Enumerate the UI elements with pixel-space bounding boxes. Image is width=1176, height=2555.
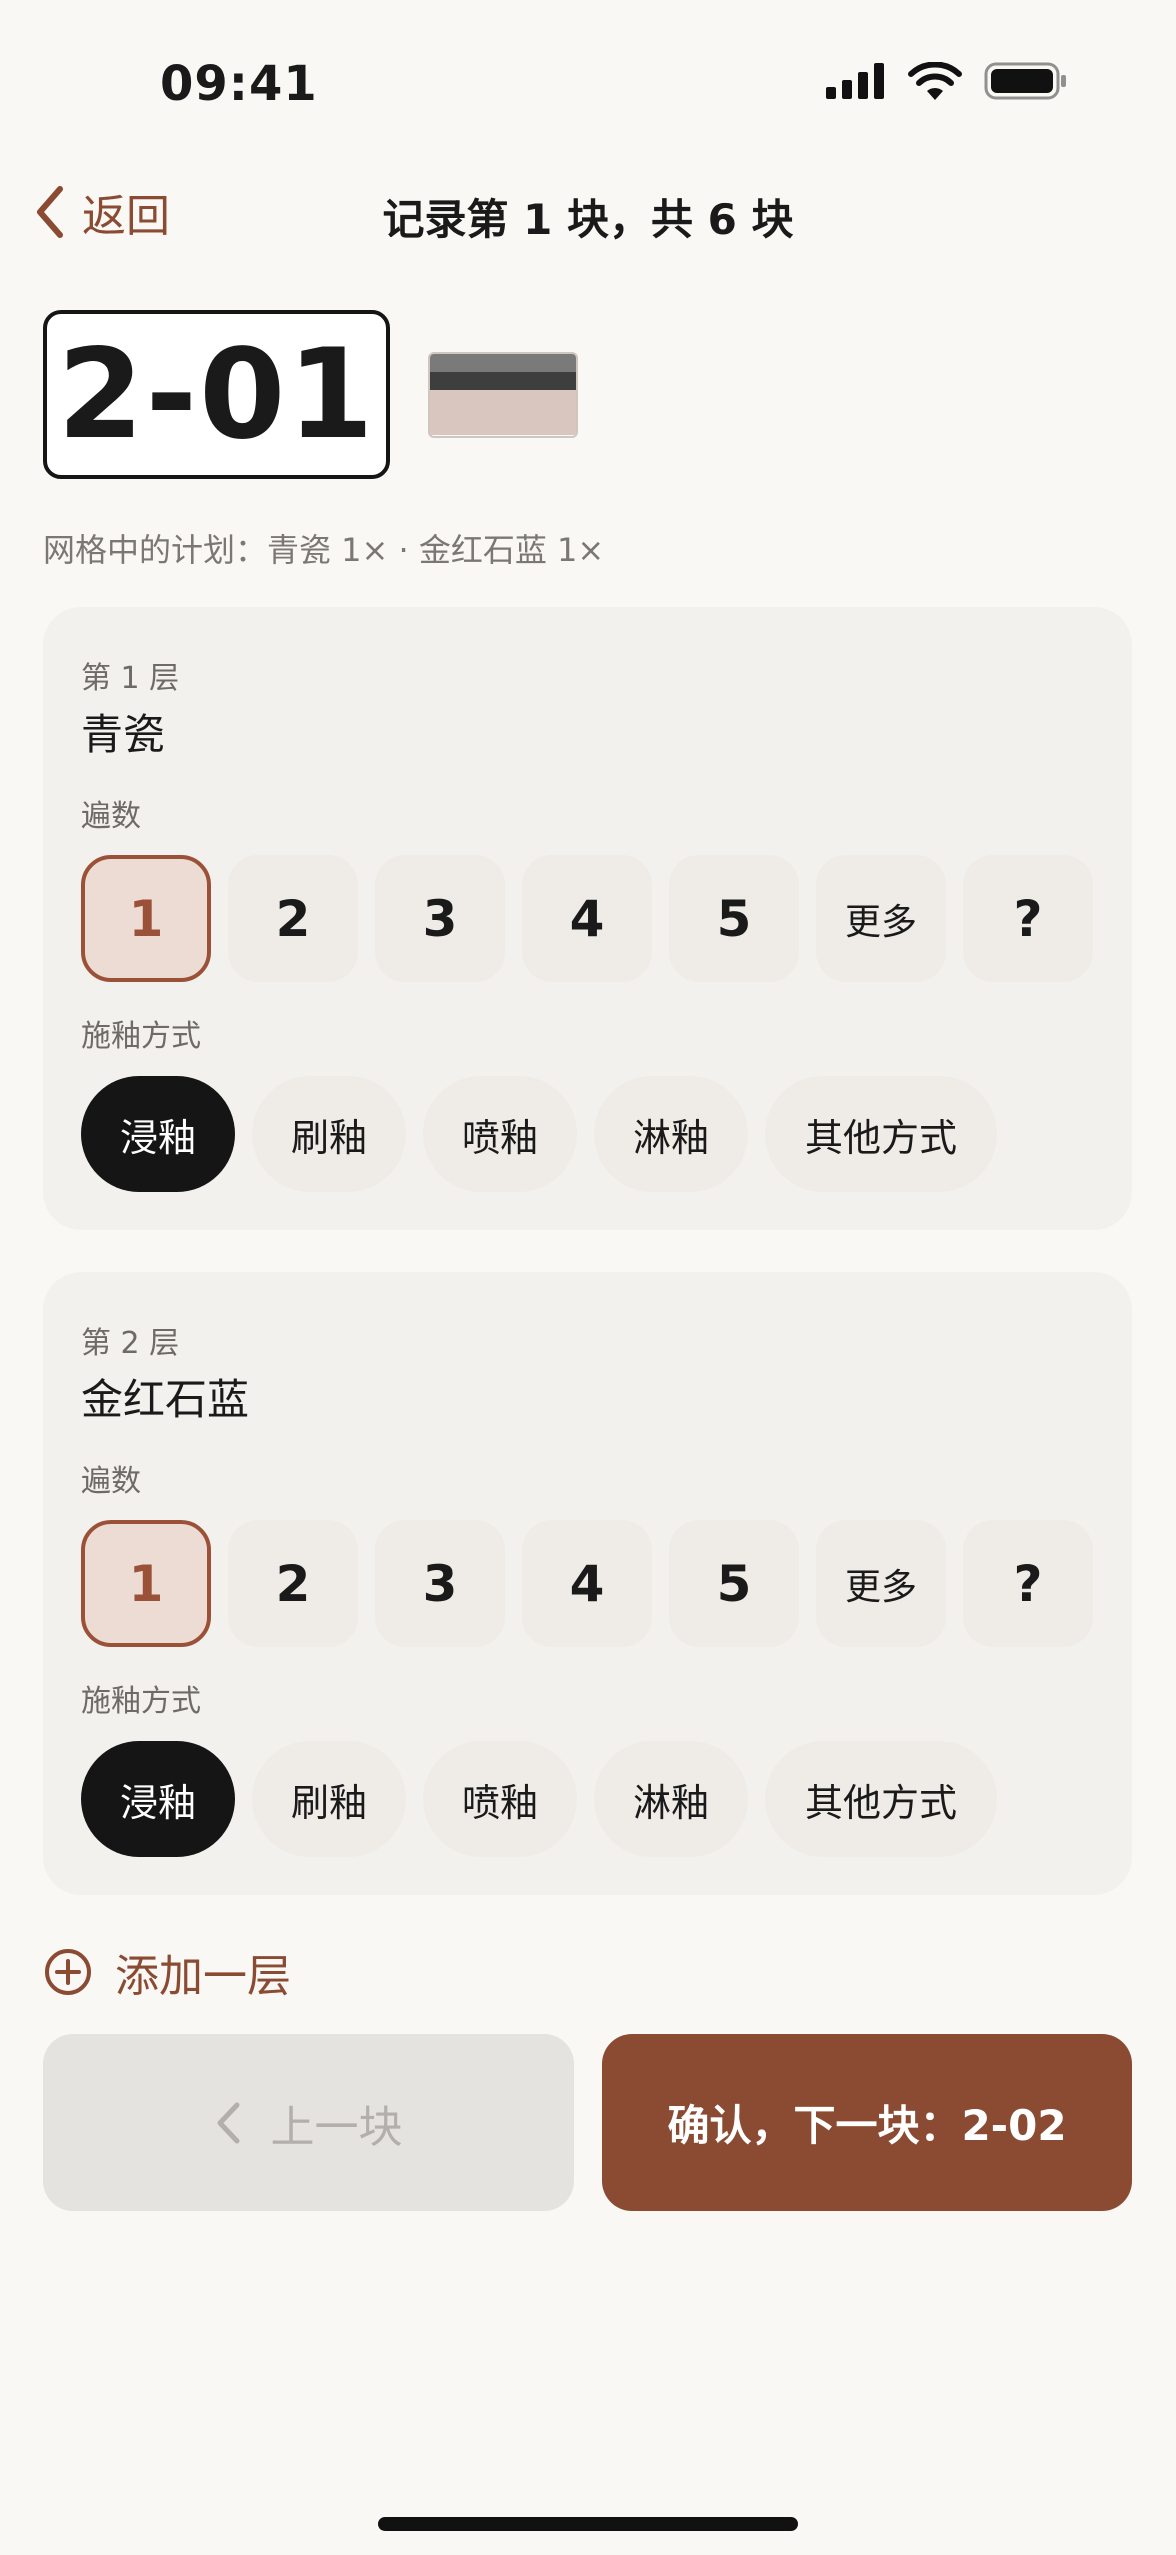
coats-label: 遍数 — [81, 799, 141, 834]
home-indicator — [378, 2517, 798, 2531]
wifi-icon — [908, 62, 962, 100]
layer-glaze-name: 青瓷 — [81, 710, 166, 759]
coats-option-5[interactable]: 5 — [669, 1520, 799, 1647]
coats-option-1[interactable]: 1 — [81, 1520, 211, 1647]
chevron-left-icon — [217, 2102, 239, 2143]
method-option-spray[interactable]: 喷釉 — [423, 1741, 577, 1857]
method-selector: 浸釉 刷釉 喷釉 淋釉 其他方式 — [81, 1741, 997, 1857]
method-option-dip[interactable]: 浸釉 — [81, 1741, 235, 1857]
layer-number-label: 第 1 层 — [81, 661, 180, 696]
layer-card-1: 第 1 层 青瓷 遍数 1 2 3 4 5 更多 ? 施釉方式 浸釉 刷釉 喷釉… — [43, 607, 1132, 1230]
status-bar: 09:41 — [0, 0, 1176, 170]
method-option-other[interactable]: 其他方式 — [765, 1076, 997, 1192]
method-selector: 浸釉 刷釉 喷釉 淋釉 其他方式 — [81, 1076, 997, 1192]
coats-option-2[interactable]: 2 — [228, 855, 358, 982]
layer-glaze-name: 金红石蓝 — [81, 1375, 250, 1424]
swatch-band-1 — [430, 353, 576, 372]
coats-option-4[interactable]: 4 — [522, 1520, 652, 1647]
method-option-brush[interactable]: 刷釉 — [252, 1741, 406, 1857]
coats-selector: 1 2 3 4 5 更多 ? — [81, 855, 1093, 982]
coats-option-3[interactable]: 3 — [375, 855, 505, 982]
method-option-dip[interactable]: 浸釉 — [81, 1076, 235, 1192]
grid-plan-summary: 网格中的计划：青瓷 1× · 金红石蓝 1× — [43, 531, 605, 569]
status-time: 09:41 — [160, 56, 318, 112]
swatch-band-2 — [430, 371, 576, 390]
glaze-swatch — [428, 351, 578, 438]
battery-icon — [984, 62, 1066, 100]
navigation-bar: 返回 记录第 1 块，共 6 块 — [0, 170, 1176, 250]
method-option-spray[interactable]: 喷釉 — [423, 1076, 577, 1192]
previous-tile-label: 上一块 — [270, 2101, 403, 2153]
coats-option-3[interactable]: 3 — [375, 1520, 505, 1647]
coats-option-more[interactable]: 更多 — [816, 1520, 946, 1647]
swatch-band-3 — [430, 389, 576, 436]
method-label: 施釉方式 — [81, 1019, 201, 1054]
coats-option-more[interactable]: 更多 — [816, 855, 946, 982]
tile-code: 2-01 — [43, 310, 390, 479]
add-layer-button[interactable]: 添加一层 — [43, 1940, 291, 2004]
method-option-pour[interactable]: 淋釉 — [594, 1741, 748, 1857]
layer-card-2: 第 2 层 金红石蓝 遍数 1 2 3 4 5 更多 ? 施釉方式 浸釉 刷釉 … — [43, 1272, 1132, 1895]
method-label: 施釉方式 — [81, 1684, 201, 1719]
coats-option-4[interactable]: 4 — [522, 855, 652, 982]
method-option-other[interactable]: 其他方式 — [765, 1741, 997, 1857]
confirm-next-button[interactable]: 确认，下一块：2-02 — [602, 2034, 1132, 2211]
cellular-signal-icon — [826, 63, 884, 99]
method-option-pour[interactable]: 淋釉 — [594, 1076, 748, 1192]
coats-selector: 1 2 3 4 5 更多 ? — [81, 1520, 1093, 1647]
confirm-next-label: 确认，下一块：2-02 — [667, 2101, 1067, 2150]
page-title: 记录第 1 块，共 6 块 — [382, 195, 794, 244]
add-layer-label: 添加一层 — [115, 1951, 291, 2002]
coats-option-1[interactable]: 1 — [81, 855, 211, 982]
plus-circle-icon — [45, 1949, 91, 1995]
coats-option-2[interactable]: 2 — [228, 1520, 358, 1647]
previous-tile-button[interactable]: 上一块 — [43, 2034, 574, 2211]
coats-option-5[interactable]: 5 — [669, 855, 799, 982]
status-icons — [826, 62, 1068, 100]
tile-header: 2-01 — [43, 310, 578, 479]
layer-number-label: 第 2 层 — [81, 1326, 180, 1361]
coats-option-unknown[interactable]: ? — [963, 1520, 1093, 1647]
coats-label: 遍数 — [81, 1464, 141, 1499]
method-option-brush[interactable]: 刷釉 — [252, 1076, 406, 1192]
coats-option-unknown[interactable]: ? — [963, 855, 1093, 982]
